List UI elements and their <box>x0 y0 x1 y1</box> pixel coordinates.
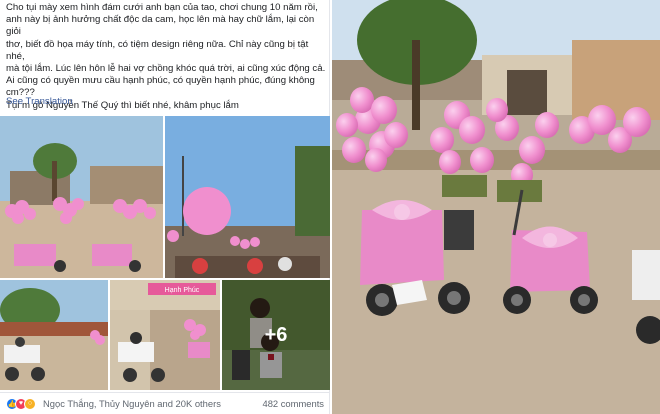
reactors-text[interactable]: Ngọc Thắng, Thủy Nguyên and 20K others <box>43 398 263 409</box>
post-line: anh này bị ảnh hưởng chất độc da cam, họ… <box>6 14 315 38</box>
reactions-bar: 👍 ♥ ○ Ngọc Thắng, Thủy Nguyên and 20K ot… <box>0 392 330 414</box>
banner-text: Hạnh Phúc <box>165 287 200 294</box>
facebook-post: Cho tụi mày xem hình đám cưới anh bạn củ… <box>0 0 330 414</box>
wedding-photo-image <box>0 280 108 390</box>
wedding-photo-image <box>165 116 330 278</box>
wow-icon: ○ <box>24 397 36 410</box>
post-line: thơ, biết đồ họa máy tính, có tiệm desig… <box>6 38 309 62</box>
wedding-photo-image: Hạnh Phúc <box>110 280 220 390</box>
gallery-photo-1[interactable] <box>0 116 163 278</box>
gallery-photo-4[interactable]: Hạnh Phúc <box>110 280 220 390</box>
gallery-photo-2[interactable] <box>165 116 330 278</box>
post-line: Ai cũng có quyền mưu cầu hạnh phúc, có q… <box>6 75 315 87</box>
wedding-photo-image <box>332 0 660 414</box>
main-wedding-photo[interactable] <box>332 0 660 414</box>
wedding-photo-image <box>0 116 163 278</box>
reaction-icons[interactable]: 👍 ♥ ○ <box>6 397 36 410</box>
comments-count[interactable]: 482 comments <box>263 398 325 409</box>
gallery-photo-5[interactable]: +6 <box>222 280 330 390</box>
post-line: Cho tụi mày xem hình đám cưới anh bạn củ… <box>6 2 318 13</box>
see-translation-link[interactable]: See Translation <box>6 96 73 107</box>
gallery-photo-3[interactable] <box>0 280 108 390</box>
post-line: mà tội lắm. Lúc lên hôn lễ hai vợ chồng … <box>6 63 326 75</box>
more-photos-overlay[interactable]: +6 <box>222 280 330 390</box>
